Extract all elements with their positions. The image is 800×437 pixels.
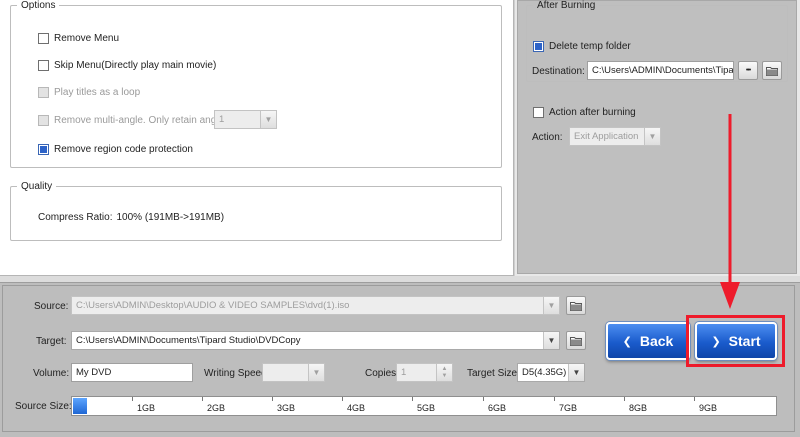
writing-speed-label: Writing Speed: [204, 368, 270, 379]
tick-label: 6GB [482, 397, 507, 413]
action-after-checkbox[interactable] [533, 106, 544, 118]
source-select-value: C:\Users\ADMIN\Desktop\AUDIO & VIDEO SAM… [76, 300, 350, 311]
remove-region-checkbox[interactable] [38, 143, 49, 155]
chevron-down-icon: ▼ [308, 364, 324, 381]
target-size-select[interactable]: D5(4.35G) ▼ [517, 363, 585, 382]
copies-stepper[interactable]: 1 ▲ ▼ [396, 363, 453, 382]
start-button-label: Start [728, 333, 761, 349]
target-label: Target: [36, 336, 67, 347]
remove-menu-option[interactable]: Remove Menu [38, 31, 119, 45]
chevron-down-icon: ▼ [543, 332, 559, 349]
destination-input[interactable]: C:\Users\ADMIN\Documents\Tipard [587, 61, 734, 80]
action-select[interactable]: Exit Application ▼ [569, 127, 661, 146]
spin-arrows-icon[interactable]: ▲ ▼ [436, 364, 452, 381]
browse-more-button[interactable]: ••• [738, 61, 758, 80]
chevron-down-icon: ▼ [543, 297, 559, 314]
bottom-panel: Source: C:\Users\ADMIN\Desktop\AUDIO & V… [0, 282, 800, 437]
target-size-label: Target Size: [467, 368, 520, 379]
skip-menu-option[interactable]: Skip Menu(Directly play main movie) [38, 58, 216, 72]
chevron-down-icon: ▼ [644, 128, 660, 145]
volume-input[interactable]: My DVD [71, 363, 193, 382]
tick-label: 8GB [623, 397, 648, 413]
quality-group-title: Quality [21, 181, 53, 192]
annotation-arrow [720, 114, 740, 309]
remove-menu-label: Remove Menu [54, 32, 120, 44]
target-size-value: D5(4.35G) [522, 367, 567, 378]
tick-label: 4GB [341, 397, 366, 413]
options-panel: Options Remove Menu Skip Menu(Directly p… [0, 0, 514, 276]
tick-label: 2GB [201, 397, 226, 413]
angle-select[interactable]: 1 ▼ [214, 110, 277, 129]
copies-value: 1 [401, 367, 407, 378]
target-folder-button[interactable] [566, 331, 586, 350]
source-size-fill [73, 398, 87, 414]
delete-temp-checkbox[interactable] [533, 40, 544, 52]
remove-multi-angle-label: Remove multi-angle. Only retain angle [54, 114, 225, 126]
after-burning-panel: After Burning Delete temp folder Destina… [514, 0, 800, 276]
remove-multi-angle-option[interactable]: Remove multi-angle. Only retain angle [38, 113, 224, 127]
angle-select-value: 1 [219, 114, 225, 125]
folder-icon [766, 66, 778, 76]
source-label: Source: [34, 301, 69, 312]
play-loop-checkbox[interactable] [38, 86, 49, 98]
start-button[interactable]: ❯ Start [695, 322, 777, 360]
remove-multi-angle-checkbox[interactable] [38, 114, 49, 126]
delete-temp-label: Delete temp folder [549, 40, 631, 52]
compress-ratio-value: 100% (191MB->191MB) [116, 211, 225, 223]
action-label: Action: [532, 132, 563, 143]
tick-label: 5GB [411, 397, 436, 413]
open-folder-button[interactable] [762, 61, 782, 80]
compress-ratio-row: Compress Ratio: 100% (191MB->191MB) [38, 210, 224, 224]
action-after-option[interactable]: Action after burning [533, 105, 636, 119]
folder-icon [570, 301, 582, 311]
back-button-label: Back [639, 333, 674, 349]
compress-ratio-label: Compress Ratio: [38, 211, 113, 223]
source-size-label: Source Size: [15, 401, 72, 412]
skip-menu-checkbox[interactable] [38, 59, 49, 71]
target-select[interactable]: C:\Users\ADMIN\Documents\Tipard Studio\D… [71, 331, 560, 350]
delete-temp-option[interactable]: Delete temp folder [533, 39, 631, 53]
action-after-label: Action after burning [549, 106, 636, 118]
action-select-value: Exit Application [574, 131, 639, 142]
target-select-value: C:\Users\ADMIN\Documents\Tipard Studio\D… [76, 335, 301, 346]
back-button[interactable]: ❮ Back [606, 322, 690, 360]
remove-region-option[interactable]: Remove region code protection [38, 142, 193, 156]
chevron-left-icon: ❮ [622, 335, 632, 348]
volume-label: Volume: [33, 368, 70, 379]
play-loop-label: Play titles as a loop [54, 86, 141, 98]
tick-label: 7GB [553, 397, 578, 413]
folder-icon [570, 336, 582, 346]
tick-label: 3GB [271, 397, 296, 413]
tick-label: 9GB [693, 397, 718, 413]
remove-region-label: Remove region code protection [54, 143, 193, 155]
source-folder-button[interactable] [566, 296, 586, 315]
after-burning-frame: After Burning Delete temp folder Destina… [517, 0, 797, 274]
skip-menu-label: Skip Menu(Directly play main movie) [54, 59, 217, 71]
tick-label: 1GB [131, 397, 156, 413]
remove-menu-checkbox[interactable] [38, 32, 49, 44]
source-size-bar: 1GB 2GB 3GB 4GB 5GB 6GB 7GB 8GB 9GB [71, 396, 777, 416]
source-select[interactable]: C:\Users\ADMIN\Desktop\AUDIO & VIDEO SAM… [71, 296, 560, 315]
copies-label: Copies: [365, 368, 399, 379]
play-loop-option[interactable]: Play titles as a loop [38, 85, 140, 99]
destination-label: Destination: [532, 66, 585, 77]
writing-speed-select[interactable]: ▼ [262, 363, 325, 382]
options-group-title: Options [21, 0, 56, 11]
chevron-down-icon: ▼ [568, 364, 584, 381]
chevron-down-icon: ▼ [260, 111, 276, 128]
chevron-right-icon: ❯ [711, 335, 721, 348]
after-burning-title: After Burning [537, 0, 596, 11]
